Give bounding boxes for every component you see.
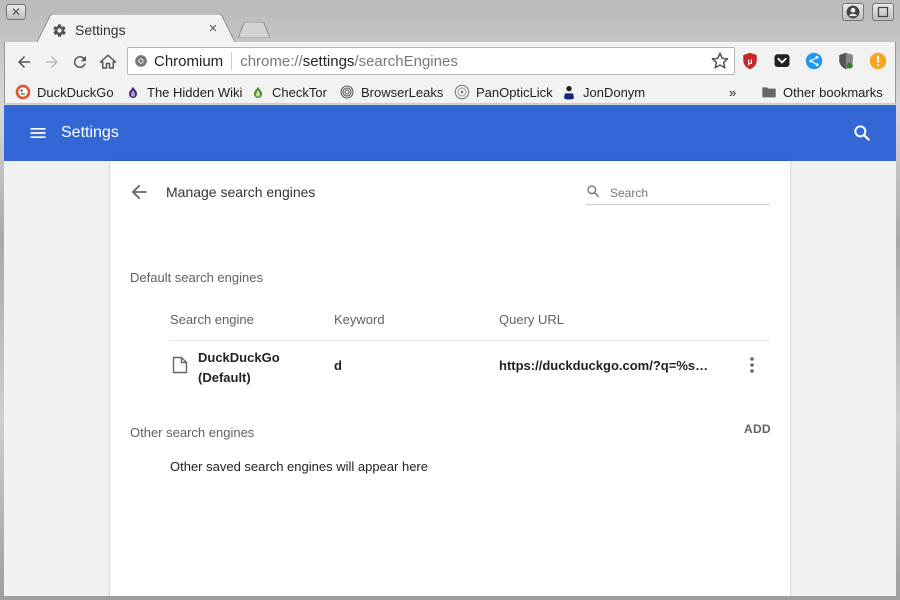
window-close-button[interactable]: ✕ [6, 4, 26, 20]
menu-icon[interactable] [28, 123, 48, 143]
bookmark-label: BrowserLeaks [361, 84, 444, 100]
bookmarks-bar: DuckDuckGo The Hidden Wiki CheckTor Brow… [4, 80, 896, 104]
empty-message: Other saved search engines will appear h… [170, 459, 428, 474]
bookmark-label: CheckTor [272, 84, 327, 100]
search-engines-search[interactable] [586, 181, 770, 205]
restore-button[interactable] [872, 3, 894, 21]
url-text[interactable]: chrome://settings/searchEngines [240, 53, 458, 70]
site-chip[interactable]: Chromium [134, 53, 223, 70]
panopticlick-icon [454, 84, 470, 100]
tab-content: Settings [52, 20, 126, 40]
account-icon [846, 5, 860, 19]
duckduckgo-icon [15, 84, 31, 100]
forward-button[interactable] [41, 51, 63, 73]
url-host: settings [302, 52, 355, 70]
bookmark-the-hidden-wiki[interactable]: The Hidden Wiki [125, 83, 242, 101]
pocket-icon[interactable] [773, 52, 791, 70]
close-icon: × [208, 20, 218, 37]
share-icon[interactable] [805, 52, 823, 70]
chromium-icon [135, 55, 147, 67]
onion-icon [129, 86, 137, 98]
other-engines-label: Other search engines [130, 425, 255, 440]
star-icon[interactable] [710, 51, 730, 71]
jondonym-icon [563, 86, 575, 100]
chevron-double-right-icon: » [729, 84, 737, 100]
page-title: Settings [61, 124, 119, 141]
bookmark-checktor[interactable]: CheckTor [250, 83, 327, 101]
settings-header: Settings [4, 105, 896, 161]
engine-url: https://duckduckgo.com/?q=%s&t=... [499, 358, 717, 373]
reload-icon [73, 56, 86, 69]
default-engines-label: Default search engines [130, 270, 263, 285]
bookmark-label: The Hidden Wiki [147, 84, 243, 100]
home-icon [99, 54, 117, 69]
tab-strip: ✕ Settings × [0, 0, 900, 44]
column-header-url: Query URL [499, 312, 565, 327]
more-vert-icon[interactable] [744, 355, 760, 375]
column-header-engine: Search engine [170, 312, 254, 327]
bookmarks-overflow-button[interactable]: » [729, 83, 736, 101]
url-scheme: chrome:// [240, 52, 303, 70]
privacy-badger-icon[interactable] [837, 52, 855, 70]
profile-button[interactable] [842, 3, 864, 21]
bookmark-label: PanOpticLick [476, 84, 553, 100]
url-path: /searchEngines [354, 52, 458, 70]
gear-icon [53, 23, 66, 37]
address-bar[interactable]: Chromium chrome://settings/searchEngines [127, 47, 735, 75]
engine-name-text: DuckDuckGo [198, 350, 280, 365]
reload-button[interactable] [69, 51, 91, 73]
settings-page: Settings Manage search engines Default s… [4, 105, 896, 596]
search-engines-card: Manage search engines Default search eng… [110, 161, 790, 596]
add-button[interactable]: ADD [744, 422, 771, 436]
toolbar: Chromium chrome://settings/searchEngines… [4, 42, 896, 80]
arrow-right-icon [46, 56, 58, 68]
search-icon[interactable] [852, 123, 872, 143]
tab-close-button[interactable]: × [205, 20, 221, 38]
warning-icon[interactable] [869, 52, 887, 70]
tab-title: Settings [75, 22, 126, 38]
section-title: Manage search engines [166, 184, 316, 200]
omnibox-divider [231, 52, 233, 70]
search-icon [587, 185, 600, 198]
file-icon [172, 356, 188, 374]
svg-text:μ: μ [747, 57, 752, 66]
engine-default-tag: (Default) [198, 370, 251, 385]
restore-icon [877, 6, 889, 18]
arrow-left-icon[interactable] [128, 181, 150, 203]
site-label: Chromium [154, 52, 224, 70]
back-button[interactable] [13, 51, 35, 73]
other-bookmarks-folder[interactable]: Other bookmarks [761, 83, 883, 101]
close-icon: ✕ [10, 5, 22, 19]
bookmark-label: Other bookmarks [783, 84, 883, 100]
engine-name: DuckDuckGo (Default) [198, 348, 280, 388]
search-input[interactable] [610, 183, 768, 203]
bookmark-duckduckgo[interactable]: DuckDuckGo [15, 83, 114, 101]
bookmark-label: JonDonym [583, 84, 646, 100]
arrow-left-icon [18, 56, 30, 68]
column-header-keyword: Keyword [334, 312, 385, 327]
browser-window: ✕ Settings × Chromium chrome://settings/… [0, 0, 900, 600]
bookmark-label: DuckDuckGo [37, 84, 114, 100]
onion-green-icon [254, 86, 262, 98]
table-divider [170, 340, 770, 341]
bookmark-panopticlick[interactable]: PanOpticLick [454, 83, 553, 101]
engine-keyword: d [334, 358, 342, 373]
new-tab-button[interactable] [238, 22, 270, 38]
bookmark-browserleaks[interactable]: BrowserLeaks [339, 83, 443, 101]
ublock-icon[interactable]: μ [741, 52, 759, 70]
window-controls [842, 3, 894, 21]
home-button[interactable] [97, 51, 119, 73]
folder-icon [762, 87, 776, 98]
bookmark-jondonym[interactable]: JonDonym [561, 83, 645, 101]
fingerprint-icon [340, 85, 354, 99]
